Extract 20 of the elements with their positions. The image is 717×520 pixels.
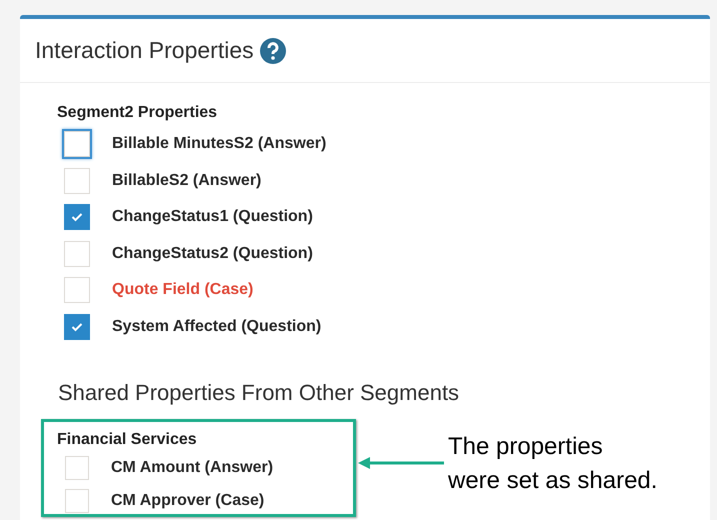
property-label: CM Amount (Answer) (111, 458, 274, 478)
property-label: BillableS2 (Answer) (112, 170, 262, 190)
property-label: System Affected (Question) (112, 316, 322, 336)
checkmark-icon (71, 322, 83, 332)
property-label: ChangeStatus1 (Question) (112, 207, 313, 227)
section-title: Segment2 Properties (57, 103, 218, 123)
property-label: CM Approver (Case) (111, 490, 264, 510)
property-label: Quote Field (Case) (112, 280, 254, 300)
section-heading: Shared Properties From Other Segments (58, 378, 460, 407)
callout-text: The properties (448, 432, 604, 462)
property-label: Billable MinutesS2 (Answer) (112, 134, 326, 154)
group-title: Financial Services (57, 430, 198, 450)
arrow-icon (358, 456, 446, 470)
checkmark-icon (71, 212, 83, 222)
checkbox[interactable] (64, 204, 90, 230)
checkbox[interactable] (64, 314, 90, 340)
help-icon[interactable] (260, 38, 286, 64)
panel-title: Interaction Properties (35, 36, 254, 66)
property-label: ChangeStatus2 (Question) (112, 244, 313, 264)
callout-text: were set as shared. (448, 466, 658, 496)
